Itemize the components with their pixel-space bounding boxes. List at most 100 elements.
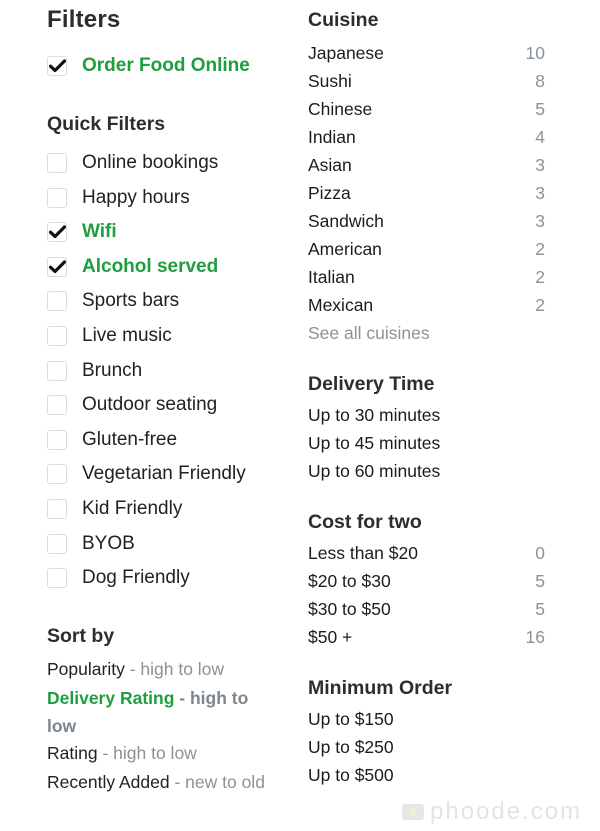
quick-filter-item[interactable]: Alcohol served	[47, 253, 218, 281]
order-food-online-checkbox[interactable]: Order Food Online	[47, 52, 250, 80]
checkbox-label: Vegetarian Friendly	[82, 463, 246, 485]
minimum-order-option[interactable]: Up to $500	[308, 761, 545, 789]
cuisine-item-count: 4	[535, 126, 545, 147]
sort-by-title: Sort by	[47, 625, 115, 647]
cost-for-two-title: Cost for two	[308, 511, 422, 533]
cost-option-label: $30 to $50	[308, 598, 391, 619]
filters-title: Filters	[47, 6, 121, 33]
cost-option-label: $20 to $30	[308, 570, 391, 591]
cuisine-item[interactable]: Pizza 3	[308, 180, 545, 208]
watermark-text: phoode.com	[430, 798, 583, 825]
checkbox-box[interactable]	[47, 568, 67, 589]
delivery-time-option[interactable]: Up to 60 minutes	[308, 457, 545, 485]
checkbox-box[interactable]	[47, 360, 67, 381]
cost-option[interactable]: Less than $20 0	[308, 539, 545, 567]
cost-option[interactable]: $30 to $50 5	[308, 595, 545, 623]
sort-option-separator: -	[174, 688, 190, 708]
cuisine-item-label: Mexican	[308, 295, 374, 316]
checkbox-box[interactable]	[47, 464, 67, 485]
quick-filter-item[interactable]: Sports bars	[47, 287, 179, 315]
cuisine-item-count: 3	[535, 183, 545, 203]
sort-option[interactable]: Rating - high to low	[47, 739, 297, 767]
minimum-order-option[interactable]: Up to $250	[308, 733, 545, 761]
sort-option[interactable]: Popularity - high to low	[47, 655, 297, 683]
checkbox-label: Gluten-free	[82, 428, 178, 450]
checkbox-box[interactable]	[47, 222, 67, 243]
checkbox-box[interactable]	[47, 533, 67, 554]
quick-filter-item[interactable]: Brunch	[47, 357, 142, 385]
cuisine-item[interactable]: Sandwich 3	[308, 208, 545, 236]
checkbox-box[interactable]	[47, 153, 67, 173]
checkbox-box[interactable]	[47, 429, 67, 450]
cuisine-item[interactable]: Japanese 10	[308, 39, 545, 67]
checkbox-label: Wifi	[82, 221, 117, 243]
cuisine-item-count: 10	[525, 42, 545, 63]
quick-filter-item[interactable]: Dog Friendly	[47, 564, 190, 592]
sort-option-name: Popularity	[47, 659, 125, 679]
watermark: phoode.com	[402, 798, 582, 826]
checkbox-label: Happy hours	[82, 186, 190, 208]
checkbox-label: Brunch	[82, 359, 143, 381]
cuisine-item-label: Indian	[308, 126, 356, 147]
checkbox-label: Online bookings	[82, 152, 219, 173]
cuisine-item-label: Asian	[308, 154, 352, 175]
sort-option-direction: high to low	[113, 743, 197, 763]
sort-option[interactable]: Delivery Rating - high to low	[47, 684, 272, 740]
cuisine-item[interactable]: Sushi 8	[308, 67, 545, 95]
quick-filter-item[interactable]: Vegetarian Friendly	[47, 460, 246, 488]
cuisine-item[interactable]: Chinese 5	[308, 95, 545, 123]
cuisine-title: Cuisine	[308, 9, 379, 31]
cuisine-item-label: American	[308, 239, 382, 260]
quick-filter-item[interactable]: Outdoor seating	[47, 391, 217, 419]
sort-option-direction: new to old	[185, 772, 265, 792]
cuisine-item[interactable]: Italian 2	[308, 264, 545, 292]
cuisine-item-label: Pizza	[308, 183, 351, 203]
cuisine-item-count: 2	[535, 295, 545, 316]
cuisine-item-label: Sushi	[308, 70, 352, 91]
sort-option[interactable]: Recently Added - new to old	[47, 768, 297, 796]
cuisine-item-label: Japanese	[308, 42, 384, 63]
checkbox-box[interactable]	[47, 187, 67, 208]
checkbox-label: Alcohol served	[82, 255, 219, 277]
checkbox-box[interactable]	[47, 56, 67, 76]
minimum-order-title: Minimum Order	[308, 677, 453, 699]
delivery-time-option[interactable]: Up to 45 minutes	[308, 429, 545, 457]
sort-option-direction: high to low	[140, 659, 225, 679]
checkbox-label: Outdoor seating	[82, 394, 218, 416]
quick-filter-item[interactable]: Live music	[47, 322, 172, 350]
quick-filter-item[interactable]: Gluten-free	[47, 426, 177, 454]
cuisine-item[interactable]: Mexican 2	[308, 292, 545, 320]
delivery-time-title: Delivery Time	[308, 373, 435, 395]
checkbox-box[interactable]	[47, 256, 67, 277]
quick-filter-item[interactable]: Happy hours	[47, 184, 190, 212]
sort-option-name: Delivery Rating	[47, 688, 175, 708]
checkbox-label: BYOB	[82, 532, 135, 554]
minimum-order-option[interactable]: Up to $150	[308, 705, 545, 733]
delivery-time-option[interactable]: Up to 30 minutes	[308, 401, 545, 429]
checkbox-box[interactable]	[47, 499, 67, 519]
checkbox-box[interactable]	[47, 291, 67, 312]
sort-option-name: Recently Added	[47, 772, 170, 792]
checkbox-box[interactable]	[47, 326, 67, 346]
quick-filters-title: Quick Filters	[47, 113, 166, 135]
cuisine-item-count: 5	[535, 98, 545, 119]
checkbox-box[interactable]	[47, 395, 67, 416]
cuisine-item[interactable]: Indian 4	[308, 123, 545, 151]
cost-option[interactable]: $50 + 16	[308, 623, 545, 651]
cost-option-label: $50 +	[308, 626, 353, 647]
cost-option[interactable]: $20 to $30 5	[308, 567, 545, 595]
quick-filter-item[interactable]: Online bookings	[47, 149, 218, 177]
quick-filter-item[interactable]: Wifi	[47, 218, 117, 246]
cuisine-item[interactable]: Asian 3	[308, 151, 545, 179]
cuisine-item-count: 2	[535, 239, 545, 260]
quick-filter-item[interactable]: Kid Friendly	[47, 495, 182, 523]
cuisine-item[interactable]: American 2	[308, 236, 545, 264]
checkbox-label: Live music	[82, 325, 172, 346]
checkbox-label: Order Food Online	[82, 55, 250, 76]
sort-option-separator: -	[124, 659, 141, 679]
camera-icon	[402, 804, 424, 820]
see-all-cuisines-link[interactable]: See all cuisines	[308, 323, 430, 344]
sort-option-separator: -	[169, 772, 186, 792]
cuisine-item-count: 3	[535, 154, 545, 175]
quick-filter-item[interactable]: BYOB	[47, 530, 135, 558]
